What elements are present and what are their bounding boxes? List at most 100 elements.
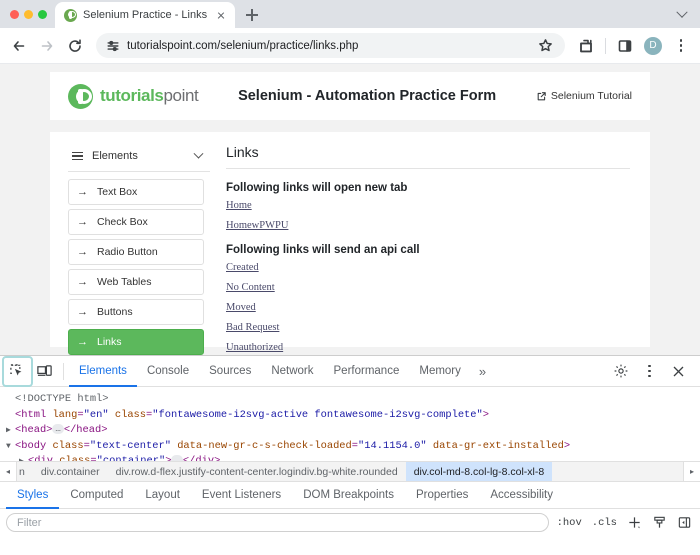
toolbar-divider bbox=[605, 38, 606, 54]
tab-memory[interactable]: Memory bbox=[409, 356, 471, 387]
window-controls bbox=[8, 0, 55, 28]
sidebar-item-label: Links bbox=[97, 336, 122, 348]
expand-triangle-icon[interactable]: ▶ bbox=[19, 454, 28, 461]
element-classes-button[interactable]: .cls bbox=[590, 517, 619, 529]
breadcrumb-scroll-left-button[interactable]: ◂ bbox=[0, 462, 17, 482]
link-unauthorized[interactable]: Unauthorized bbox=[226, 342, 630, 353]
attr-class: class bbox=[52, 440, 83, 452]
profile-button[interactable]: D bbox=[640, 33, 666, 59]
attr-class-value: "text-center" bbox=[90, 440, 171, 452]
close-icon[interactable] bbox=[665, 358, 692, 385]
link-moved[interactable]: Moved bbox=[226, 302, 630, 313]
browser-tab[interactable]: Selenium Practice - Links bbox=[55, 2, 235, 28]
arrow-right-icon: → bbox=[77, 337, 88, 348]
tab-computed[interactable]: Computed bbox=[59, 482, 134, 509]
arrow-right-icon: → bbox=[77, 187, 88, 198]
avatar: D bbox=[644, 37, 662, 55]
extensions-button[interactable] bbox=[573, 33, 599, 59]
styles-filter-bar: Filter :hov .cls bbox=[0, 509, 700, 536]
sidebar-item-check-box[interactable]: → Check Box bbox=[68, 209, 204, 235]
sidebar-item-buttons[interactable]: → Buttons bbox=[68, 299, 204, 325]
tab-accessibility[interactable]: Accessibility bbox=[479, 482, 564, 509]
filter-input[interactable]: Filter bbox=[6, 513, 549, 532]
breadcrumb-scroll-right-button[interactable]: ▸ bbox=[683, 462, 700, 482]
link-created[interactable]: Created bbox=[226, 262, 630, 273]
attr-class-value: "container" bbox=[97, 455, 166, 461]
collapse-triangle-icon[interactable]: ▼ bbox=[6, 439, 15, 455]
site-logo[interactable]: tutorialspoint bbox=[68, 84, 198, 109]
link-home[interactable]: Home bbox=[226, 200, 630, 211]
toolbar-divider bbox=[63, 363, 64, 380]
link-home-dynamic[interactable]: HomewPWPU bbox=[226, 220, 630, 231]
body-tag-open: <body bbox=[15, 440, 46, 452]
tab-console[interactable]: Console bbox=[137, 356, 199, 387]
browser-menu-button[interactable] bbox=[668, 33, 694, 59]
tab-layout[interactable]: Layout bbox=[134, 482, 191, 509]
link-bad-request[interactable]: Bad Request bbox=[226, 322, 630, 333]
tab-sources[interactable]: Sources bbox=[199, 356, 261, 387]
link-no-content[interactable]: No Content bbox=[226, 282, 630, 293]
sidebar-item-radio-button[interactable]: → Radio Button bbox=[68, 239, 204, 265]
tab-properties[interactable]: Properties bbox=[405, 482, 479, 509]
tab-elements[interactable]: Elements bbox=[69, 356, 137, 387]
styles-pane-tabs: Styles Computed Layout Event Listeners D… bbox=[0, 482, 700, 509]
more-tabs-button[interactable]: » bbox=[471, 364, 494, 379]
back-button[interactable] bbox=[6, 33, 32, 59]
attr-gr-check: data-new-gr-c-s-check-loaded bbox=[177, 440, 352, 452]
tab-dom-breakpoints[interactable]: DOM Breakpoints bbox=[292, 482, 405, 509]
new-tab-button[interactable] bbox=[239, 2, 265, 28]
sidebar-item-links[interactable]: → Links bbox=[68, 329, 204, 355]
site-settings-icon bbox=[106, 39, 120, 53]
expand-triangle-icon[interactable]: ▶ bbox=[6, 423, 15, 439]
attr-lang-value: "en" bbox=[84, 409, 109, 421]
chevron-down-icon bbox=[676, 7, 687, 18]
tab-close-icon[interactable] bbox=[213, 8, 228, 23]
div-tag-open: <div bbox=[28, 455, 53, 461]
collapsed-ellipsis[interactable]: … bbox=[171, 455, 182, 461]
dom-row[interactable]: ▶<div class="container">…</div> bbox=[6, 454, 700, 461]
attr-class-value: "fontawesome-i2svg-active fontawesome-i2… bbox=[152, 409, 482, 421]
html-tag-open: <html bbox=[15, 409, 46, 421]
bookmark-button[interactable] bbox=[535, 36, 555, 56]
tab-network[interactable]: Network bbox=[261, 356, 323, 387]
breadcrumb-item-row[interactable]: div.row.d-flex.justify-content-center.lo… bbox=[108, 466, 406, 478]
accordion-header[interactable]: Elements bbox=[68, 142, 210, 172]
side-panel-button[interactable] bbox=[612, 33, 638, 59]
external-link-icon bbox=[536, 91, 547, 102]
tab-styles[interactable]: Styles bbox=[6, 482, 59, 509]
dom-row[interactable]: ▼<body class="text-center" data-new-gr-c… bbox=[6, 439, 700, 455]
sidebar-item-label: Radio Button bbox=[97, 246, 158, 258]
hover-state-button[interactable]: :hov bbox=[555, 517, 584, 529]
sidebar-item-text-box[interactable]: → Text Box bbox=[68, 179, 204, 205]
selenium-tutorial-link[interactable]: Selenium Tutorial bbox=[536, 90, 632, 102]
reload-button[interactable] bbox=[62, 33, 88, 59]
breadcrumb-item-container[interactable]: div.container bbox=[33, 466, 108, 478]
tab-event-listeners[interactable]: Event Listeners bbox=[191, 482, 292, 509]
dom-row[interactable]: ▶<head>…</head> bbox=[6, 423, 700, 439]
forward-button[interactable] bbox=[34, 33, 60, 59]
tab-performance[interactable]: Performance bbox=[324, 356, 410, 387]
tutorialspoint-favicon-icon bbox=[64, 9, 77, 22]
sidebar-toggle-icon[interactable] bbox=[675, 513, 694, 532]
devtools-toolbar-actions bbox=[607, 358, 696, 385]
paintbrush-icon[interactable] bbox=[650, 513, 669, 532]
dom-row[interactable]: <html lang="en" class="fontawesome-i2svg… bbox=[6, 408, 700, 424]
tab-search-button[interactable] bbox=[670, 4, 694, 26]
gear-icon[interactable] bbox=[607, 358, 634, 385]
window-maximize-button[interactable] bbox=[38, 10, 47, 19]
url-text: tutorialspoint.com/selenium/practice/lin… bbox=[127, 40, 528, 52]
breadcrumb-item-selected[interactable]: div.col-md-8.col-lg-8.col-xl-8 bbox=[406, 461, 553, 482]
inspect-element-icon[interactable] bbox=[4, 358, 31, 385]
devtools-toolbar: Elements Console Sources Network Perform… bbox=[0, 356, 700, 387]
dom-row[interactable]: <!DOCTYPE html> bbox=[6, 392, 700, 408]
breadcrumb-item-clipped[interactable]: n bbox=[17, 466, 33, 478]
device-toolbar-icon[interactable] bbox=[31, 358, 58, 385]
window-close-button[interactable] bbox=[10, 10, 19, 19]
collapsed-ellipsis[interactable]: … bbox=[52, 424, 63, 434]
sidebar-item-web-tables[interactable]: → Web Tables bbox=[68, 269, 204, 295]
page-body: Elements → Text Box → Check Box → Radio … bbox=[50, 132, 650, 347]
plus-icon[interactable] bbox=[625, 513, 644, 532]
window-minimize-button[interactable] bbox=[24, 10, 33, 19]
address-bar[interactable]: tutorialspoint.com/selenium/practice/lin… bbox=[96, 33, 565, 58]
devtools-menu-button[interactable] bbox=[636, 358, 663, 385]
